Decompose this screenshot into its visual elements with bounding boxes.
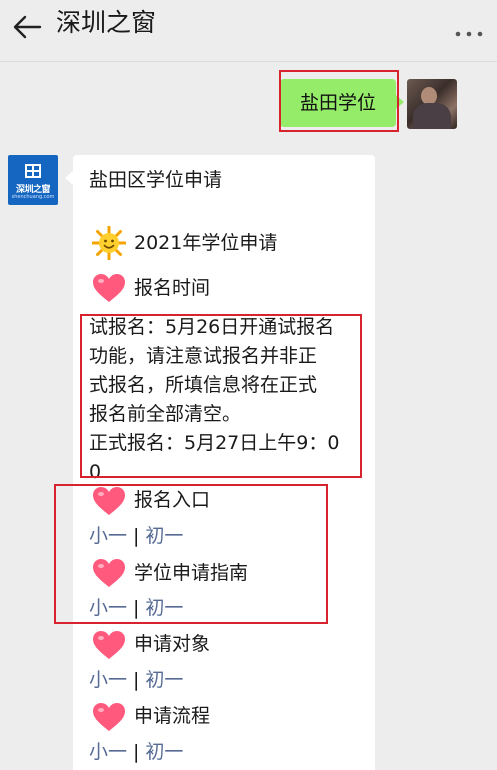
chat-title: 深圳之窗 [56, 8, 157, 37]
highlight-box-user-message [279, 70, 399, 132]
heart-emoji-icon [93, 274, 125, 302]
section-label-eligible-applicants: 申请对象 [134, 633, 211, 655]
link-primary-grade1[interactable]: 小一 [89, 741, 127, 763]
link-primary-grade1[interactable]: 小一 [89, 669, 127, 691]
window-logo-icon [25, 164, 41, 178]
heart-emoji-icon [93, 631, 125, 659]
link-separator: | [133, 669, 140, 691]
bot-avatar-site: shenchuang.com [11, 194, 55, 200]
highlight-box-entry-and-guide [54, 484, 328, 624]
section-label-application-process: 申请流程 [134, 705, 211, 727]
bot-avatar[interactable]: 深圳之窗 shenchuang.com [8, 155, 58, 205]
more-options-icon[interactable] [453, 22, 485, 42]
highlight-box-signup-time [80, 314, 362, 478]
link-separator: | [133, 741, 140, 763]
top-bar: 深圳之窗 [0, 0, 497, 62]
section-links-application-process: 小一 | 初一 [89, 740, 183, 764]
section-links-eligible-applicants: 小一 | 初一 [89, 668, 183, 692]
avatar-body-shape [413, 103, 451, 129]
heart-emoji-icon [93, 703, 125, 731]
link-junior-grade1[interactable]: 初一 [145, 669, 183, 691]
reply-heading: 盐田区学位申请 [89, 169, 223, 191]
user-avatar[interactable] [407, 79, 457, 129]
signup-time-label: 报名时间 [134, 277, 211, 299]
link-junior-grade1[interactable]: 初一 [145, 741, 183, 763]
sun-emoji-icon [92, 226, 126, 260]
year-title: 2021年学位申请 [134, 232, 278, 254]
back-arrow-icon[interactable] [10, 12, 44, 42]
